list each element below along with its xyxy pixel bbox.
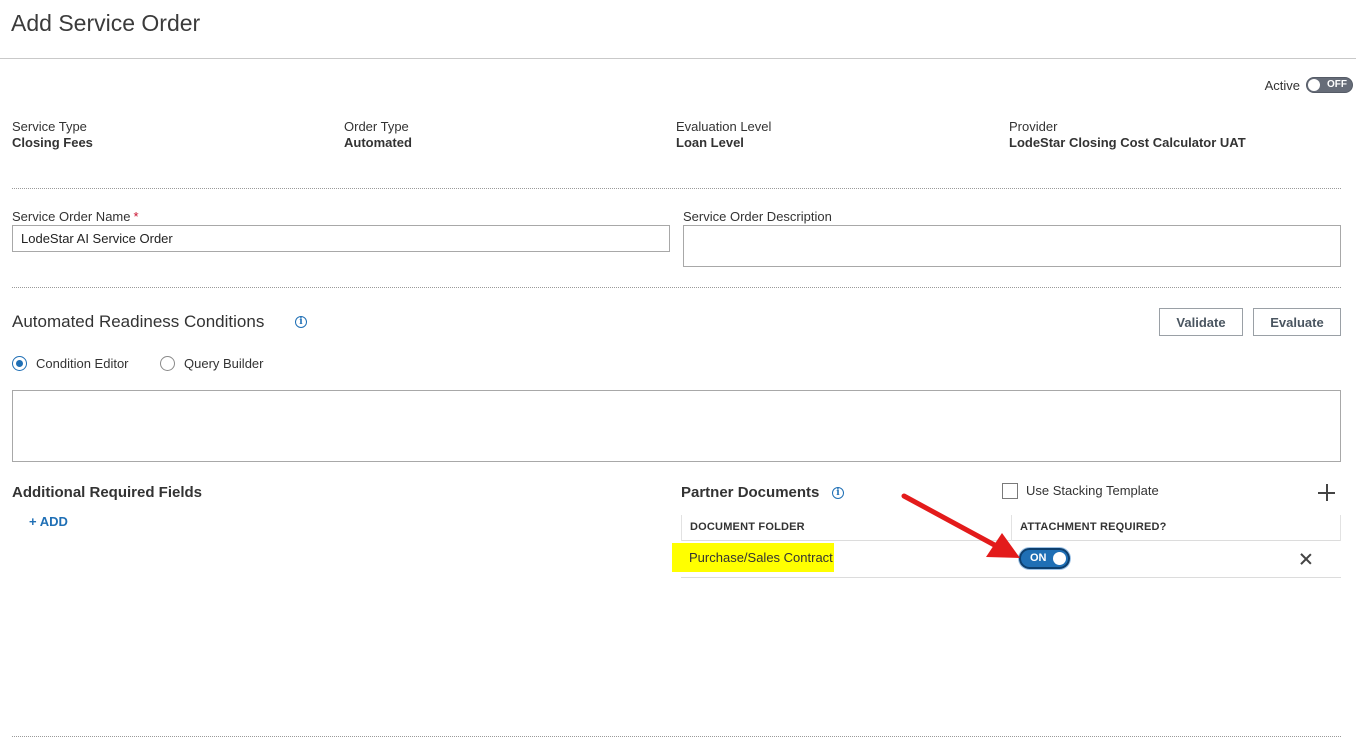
active-label: Active bbox=[1264, 77, 1300, 93]
toggle-knob bbox=[1053, 552, 1066, 565]
meta-label: Service Type bbox=[12, 119, 87, 134]
meta-order-type: Order Type Automated bbox=[344, 119, 412, 150]
meta-value: Automated bbox=[344, 135, 412, 150]
info-icon[interactable]: i bbox=[295, 316, 307, 328]
service-order-name-label: Service Order Name * bbox=[12, 209, 139, 224]
meta-provider: Provider LodeStar Closing Cost Calculato… bbox=[1009, 119, 1246, 150]
active-toggle-group: Active OFF bbox=[1265, 77, 1353, 93]
column-divider bbox=[1340, 515, 1341, 541]
section-divider bbox=[12, 736, 1341, 737]
additional-fields-title: Additional Required Fields bbox=[12, 484, 203, 501]
column-divider bbox=[681, 515, 682, 541]
query-builder-label[interactable]: Query Builder bbox=[184, 356, 263, 371]
document-folder-cell: Purchase/Sales Contract bbox=[689, 550, 833, 565]
plus-icon[interactable] bbox=[1318, 484, 1335, 501]
service-order-description-input[interactable] bbox=[683, 225, 1341, 267]
service-order-name-input[interactable] bbox=[12, 225, 670, 252]
close-icon[interactable] bbox=[1300, 553, 1312, 565]
page-title: Add Service Order bbox=[11, 10, 201, 36]
field-label-text: Service Order Name bbox=[12, 209, 131, 224]
column-header-attachment-required: ATTACHMENT REQUIRED? bbox=[1020, 521, 1167, 533]
condition-editor-radio[interactable] bbox=[12, 356, 27, 371]
arrow-shaft bbox=[901, 493, 1003, 551]
service-order-description-label: Service Order Description bbox=[683, 209, 832, 224]
meta-value: Loan Level bbox=[676, 135, 744, 150]
annotation-arrow bbox=[901, 493, 1020, 558]
title-divider bbox=[0, 58, 1356, 59]
meta-evaluation-level: Evaluation Level Loan Level bbox=[676, 119, 771, 150]
active-toggle[interactable]: OFF bbox=[1306, 77, 1353, 93]
meta-value: LodeStar Closing Cost Calculator UAT bbox=[1009, 135, 1246, 150]
toggle-knob bbox=[1308, 79, 1320, 91]
info-icon[interactable]: i bbox=[832, 487, 844, 499]
partner-documents-title: Partner Documents bbox=[681, 484, 820, 501]
add-field-link[interactable]: + ADD bbox=[29, 514, 68, 529]
evaluate-button[interactable]: Evaluate bbox=[1253, 308, 1341, 336]
stacking-template-label[interactable]: Use Stacking Template bbox=[1026, 483, 1159, 498]
meta-value: Closing Fees bbox=[12, 135, 93, 150]
meta-label: Order Type bbox=[344, 119, 409, 134]
attachment-toggle-text: ON bbox=[1030, 552, 1047, 564]
meta-label: Evaluation Level bbox=[676, 119, 772, 134]
condition-editor-label[interactable]: Condition Editor bbox=[36, 356, 129, 371]
meta-service-type: Service Type Closing Fees bbox=[12, 119, 93, 150]
section-divider bbox=[12, 287, 1341, 288]
meta-label: Provider bbox=[1009, 119, 1058, 134]
active-toggle-text: OFF bbox=[1327, 79, 1347, 90]
readiness-title: Automated Readiness Conditions bbox=[12, 312, 265, 331]
query-builder-radio[interactable] bbox=[160, 356, 175, 371]
column-header-document-folder: DOCUMENT FOLDER bbox=[690, 521, 805, 533]
section-divider bbox=[12, 188, 1341, 189]
condition-editor-box[interactable] bbox=[12, 390, 1341, 462]
required-mark: * bbox=[133, 209, 139, 224]
validate-button[interactable]: Validate bbox=[1159, 308, 1243, 336]
